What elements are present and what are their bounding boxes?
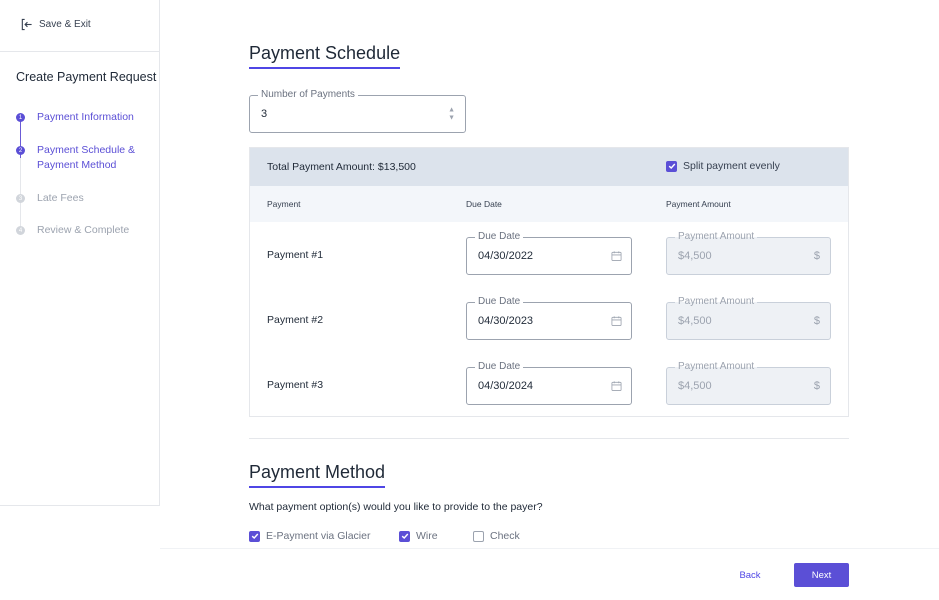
due-date-value: 04/30/2024	[478, 380, 534, 392]
main-content: Payment Schedule Number of Payments 3 ▲ …	[160, 0, 939, 548]
payment-schedule-table: Total Payment Amount: $13,500 Split paym…	[249, 147, 849, 417]
split-evenly-label: Split payment evenly	[683, 160, 780, 172]
table-summary-bar: Total Payment Amount: $13,500 Split paym…	[250, 148, 848, 186]
payment-amount-label: Payment Amount	[675, 231, 758, 243]
calendar-icon[interactable]	[611, 316, 622, 327]
step-number-badge: 1	[16, 113, 25, 122]
payment-row-label: Payment #2	[267, 314, 324, 326]
step-number-badge: 4	[16, 226, 25, 235]
footer-bar: Back Next	[160, 548, 939, 600]
payment-amount-input[interactable]: Payment Amount $4,500 $	[666, 231, 831, 275]
column-header-payment: Payment	[267, 199, 301, 209]
back-button[interactable]: Back	[730, 563, 770, 587]
checkbox-checked-icon	[666, 160, 677, 172]
step-number-badge: 2	[16, 146, 25, 155]
step-review-complete[interactable]: 4 Review & Complete	[16, 223, 137, 238]
step-label: Review & Complete	[37, 224, 130, 236]
due-date-label: Due Date	[475, 296, 524, 308]
payment-options-question: What payment option(s) would you like to…	[249, 501, 543, 513]
split-evenly-checkbox[interactable]: Split payment evenly	[666, 160, 780, 172]
table-header-row: Payment Due Date Payment Amount	[250, 186, 848, 222]
next-button[interactable]: Next	[794, 563, 849, 587]
column-header-due-date: Due Date	[466, 199, 502, 209]
due-date-label: Due Date	[475, 361, 524, 373]
payment-amount-value: $4,500	[678, 250, 712, 262]
payment-amount-value: $4,500	[678, 380, 712, 392]
option-label: E-Payment via Glacier	[266, 530, 371, 542]
due-date-input[interactable]: Due Date 04/30/2024	[466, 361, 632, 405]
payment-amount-label: Payment Amount	[675, 361, 758, 373]
option-label: Wire	[416, 530, 438, 542]
save-exit-label: Save & Exit	[39, 19, 91, 30]
due-date-label: Due Date	[475, 231, 524, 243]
step-label: Payment Information	[37, 111, 134, 123]
payment-amount-input[interactable]: Payment Amount $4,500 $	[666, 361, 831, 405]
currency-symbol: $	[813, 315, 820, 327]
payment-row-label: Payment #1	[267, 249, 324, 261]
sidebar-divider	[0, 51, 160, 52]
number-stepper: ▲ ▼	[448, 107, 455, 122]
option-e-payment-checkbox[interactable]: E-Payment via Glacier	[249, 530, 370, 542]
currency-symbol: $	[813, 250, 820, 262]
step-label: Payment Schedule & Payment Method	[37, 144, 136, 171]
payment-method-title: Payment Method	[249, 462, 386, 488]
total-payment-amount: Total Payment Amount: $13,500	[267, 161, 416, 173]
calendar-icon[interactable]	[611, 251, 622, 262]
chevron-down-icon[interactable]: ▼	[448, 115, 455, 122]
number-of-payments-input[interactable]: Number of Payments 3 ▲ ▼	[249, 89, 466, 133]
payment-row-label: Payment #3	[267, 379, 324, 391]
checkbox-checked-icon	[249, 530, 260, 542]
payment-amount-value: $4,500	[678, 315, 712, 327]
step-payment-information[interactable]: 1 Payment Information	[16, 110, 137, 125]
section-divider	[249, 438, 849, 439]
payment-amount-input[interactable]: Payment Amount $4,500 $	[666, 296, 831, 340]
currency-symbol: $	[813, 380, 820, 392]
option-label: Check	[490, 530, 520, 542]
sidebar-title: Create Payment Request	[16, 70, 157, 84]
payment-amount-label: Payment Amount	[675, 296, 758, 308]
checkbox-unchecked-icon	[473, 530, 484, 542]
number-of-payments-value: 3	[261, 108, 268, 120]
due-date-input[interactable]: Due Date 04/30/2023	[466, 296, 632, 340]
option-check-checkbox[interactable]: Check	[473, 530, 520, 542]
calendar-icon[interactable]	[611, 381, 622, 392]
step-payment-schedule[interactable]: 2 Payment Schedule & Payment Method	[16, 143, 137, 173]
due-date-value: 04/30/2023	[478, 315, 534, 327]
step-label: Late Fees	[37, 192, 84, 204]
step-number-badge: 3	[16, 194, 25, 203]
due-date-input[interactable]: Due Date 04/30/2022	[466, 231, 632, 275]
chevron-up-icon[interactable]: ▲	[448, 107, 455, 114]
sidebar: Save & Exit Create Payment Request 1 Pay…	[0, 0, 160, 506]
checkbox-checked-icon	[399, 530, 410, 542]
exit-icon	[21, 18, 32, 31]
option-wire-checkbox[interactable]: Wire	[399, 530, 438, 542]
step-late-fees[interactable]: 3 Late Fees	[16, 191, 137, 206]
payment-schedule-title: Payment Schedule	[249, 43, 401, 69]
column-header-payment-amount: Payment Amount	[666, 199, 731, 209]
number-of-payments-label: Number of Payments	[258, 89, 358, 101]
due-date-value: 04/30/2022	[478, 250, 534, 262]
save-exit-button[interactable]: Save & Exit	[20, 18, 91, 31]
